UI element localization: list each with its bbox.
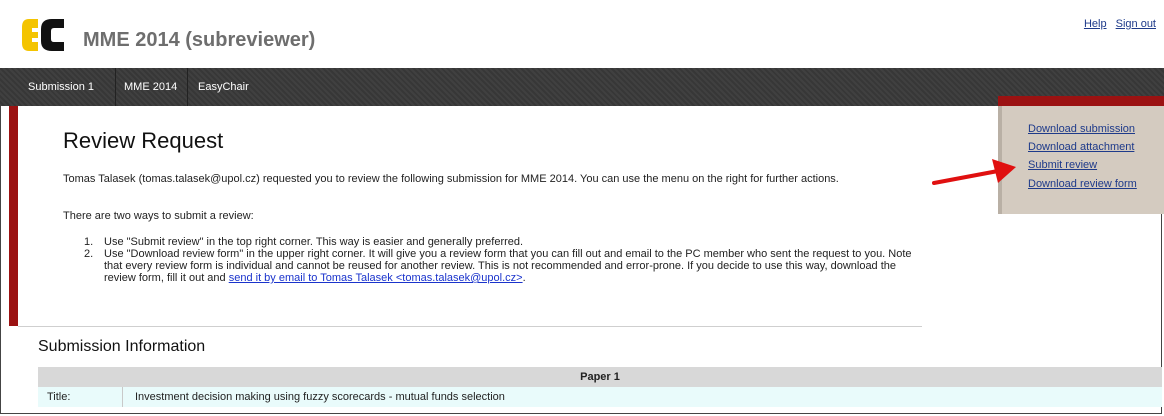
- step-text: Use "Submit review" in the top right cor…: [104, 236, 524, 248]
- list-item: 2. Use "Download review form" in the upp…: [63, 248, 923, 284]
- menu-item-mme-2014[interactable]: MME 2014: [116, 68, 188, 106]
- side-panel: Download submission Download attachment …: [998, 106, 1164, 214]
- row-value: Investment decision making using fuzzy s…: [135, 391, 505, 403]
- step-number: 2.: [84, 248, 94, 260]
- submission-table: Paper 1 Title: Investment decision makin…: [38, 367, 1162, 407]
- ways-text: There are two ways to submit a review:: [63, 210, 254, 222]
- sign-out-link[interactable]: Sign out: [1116, 18, 1156, 30]
- table-header: Paper 1: [38, 367, 1162, 387]
- steps-list: 1. Use "Submit review" in the top right …: [63, 236, 923, 284]
- accent-bar: [9, 106, 18, 326]
- menu-item-easychair[interactable]: EasyChair: [190, 68, 260, 106]
- row-label: Title:: [47, 391, 71, 403]
- menubar: Submission 1 MME 2014 EasyChair: [0, 68, 1164, 106]
- table-row: Title: Investment decision making using …: [38, 387, 1162, 407]
- header: MME 2014 (subreviewer) Help Sign out: [0, 0, 1164, 68]
- download-review-form-link[interactable]: Download review form: [1028, 178, 1137, 190]
- side-panel-header: [998, 96, 1164, 106]
- page-title: Review Request: [63, 128, 224, 153]
- top-links: Help Sign out: [1078, 18, 1156, 30]
- step-text-end: .: [522, 272, 526, 284]
- list-item: 1. Use "Submit review" in the top right …: [63, 236, 923, 248]
- download-attachment-link[interactable]: Download attachment: [1028, 141, 1134, 153]
- download-submission-link[interactable]: Download submission: [1028, 123, 1135, 135]
- help-link[interactable]: Help: [1084, 18, 1107, 30]
- submission-info-title: Submission Information: [38, 338, 206, 355]
- app-title: MME 2014 (subreviewer): [83, 29, 316, 51]
- easychair-logo: [22, 19, 64, 51]
- submit-review-link[interactable]: Submit review: [1028, 159, 1097, 171]
- step-number: 1.: [84, 236, 94, 248]
- menu-item-submission-1[interactable]: Submission 1: [20, 68, 116, 106]
- email-link[interactable]: send it by email to Tomas Talasek <tomas…: [229, 272, 523, 284]
- column-divider: [122, 387, 123, 407]
- intro-text: Tomas Talasek (tomas.talasek@upol.cz) re…: [63, 173, 839, 185]
- main-content: Review Request Tomas Talasek (tomas.tala…: [18, 106, 922, 327]
- red-arrow-icon: [932, 159, 1016, 185]
